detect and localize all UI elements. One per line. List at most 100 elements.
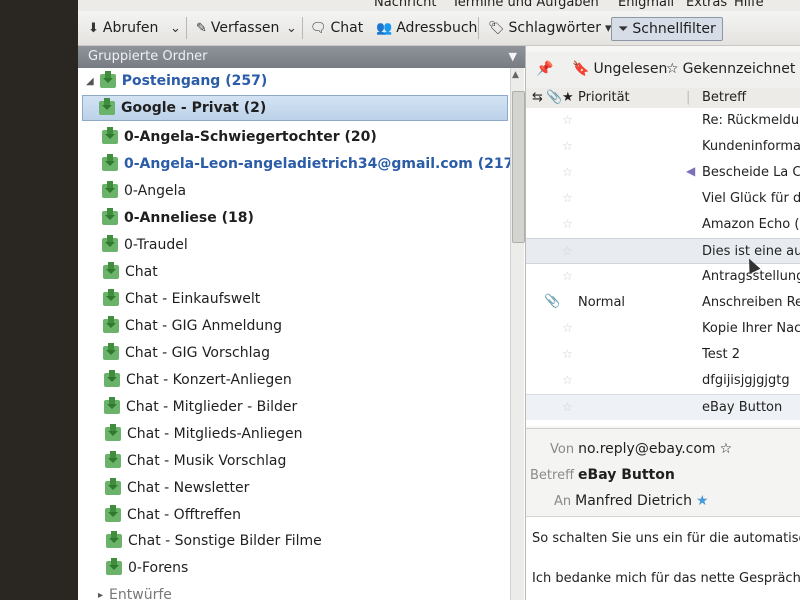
folder-traudel[interactable]: 0-Traudel — [102, 232, 188, 258]
folder-chat-gig-anmeldung[interactable]: Chat - GIG Anmeldung — [103, 313, 282, 339]
column-betreff[interactable]: Betreff — [702, 90, 746, 105]
thread-column-icon[interactable]: ⇆ — [532, 90, 543, 105]
folder-chat-newsletter[interactable]: Chat - Newsletter — [105, 475, 249, 501]
twisty-expanded-icon[interactable]: ◢ — [86, 76, 94, 87]
folder-chat-mitglieds-anliegen[interactable]: Chat - Mitglieds-Anliegen — [105, 421, 303, 447]
message-row[interactable]: ☆ Kopie Ihrer Nach — [526, 316, 800, 342]
star-icon[interactable]: ☆ — [562, 400, 573, 414]
folder-label: Chat - Mitglieds-Anliegen — [127, 426, 303, 442]
schlagwoerter-button[interactable]: 🏷 Schlagwörter ▾ — [488, 17, 612, 39]
menu-hilfe[interactable]: Hilfe — [734, 0, 764, 10]
twisty-collapsed-icon[interactable]: ▸ — [98, 590, 103, 600]
folder-anneliese[interactable]: 0-Anneliese (18) — [102, 205, 254, 231]
folder-angela[interactable]: 0-Angela — [102, 178, 186, 204]
star-icon[interactable]: ★ — [696, 493, 709, 509]
folder-angela-leon[interactable]: 0-Angela-Leon-angeladietrich34@gmail.com… — [102, 151, 520, 177]
folder-chat-konzert-anliegen[interactable]: Chat - Konzert-Anliegen — [104, 367, 292, 393]
folder-angela-schwiegertochter[interactable]: 0-Angela-Schwiegertochter (20) — [102, 124, 377, 150]
star-icon[interactable]: ☆ — [562, 113, 573, 127]
ungelesen-label: Ungelesen — [593, 61, 668, 77]
folder-label: Google - Privat (2) — [121, 100, 267, 116]
folder-forens[interactable]: 0-Forens — [106, 555, 188, 581]
from-address[interactable]: no.reply@ebay.com — [578, 441, 715, 457]
download-icon: ⬇ — [88, 20, 99, 36]
to-address[interactable]: Manfred Dietrich — [575, 493, 692, 509]
folder-google-privat[interactable]: Google - Privat (2) — [82, 95, 508, 121]
menu-enigmail[interactable]: Enigmail — [618, 0, 674, 10]
adressbuch-label: Adressbuch — [396, 20, 478, 36]
star-icon[interactable]: ☆ — [562, 269, 573, 283]
folder-icon — [104, 397, 120, 414]
thunderbird-window: Nachricht Termine und Aufgaben Enigmail … — [78, 0, 800, 600]
folder-pane: Gruppierte Ordner ▼ ◢ Posteingang (257) … — [78, 46, 526, 600]
message-row-selected[interactable]: ☆ eBay Button — [526, 394, 800, 420]
message-pane: 📌 🔖 Ungelesen ☆ Gekennzeichnet ⇆ 📎 ★ Pri… — [526, 46, 800, 600]
message-subject: Kundeninformat — [702, 139, 800, 154]
folder-label: 0-Angela-Leon-angeladietrich34@gmail.com… — [124, 156, 520, 172]
chevron-down-icon: ▼ — [508, 50, 517, 63]
folder-icon — [102, 235, 118, 252]
folder-chat-gig-vorschlag[interactable]: Chat - GIG Vorschlag — [103, 340, 270, 366]
folder-icon — [102, 181, 118, 198]
chat-bubble-icon: 🗨 — [310, 20, 327, 36]
menu-termine[interactable]: Termine und Aufgaben — [452, 0, 599, 10]
column-prioritaet[interactable]: Priorität — [578, 90, 630, 105]
star-icon[interactable]: ☆ — [562, 347, 573, 361]
message-row[interactable]: ☆ Viel Glück für die — [526, 186, 800, 212]
pencil-icon: ✎ — [196, 20, 207, 36]
scroll-up-icon[interactable]: ▲ — [512, 70, 519, 80]
star-icon[interactable]: ☆ — [562, 217, 573, 231]
folder-label: Chat - Mitglieder - Bilder — [126, 399, 298, 415]
folder-chat-mitglieder-bilder[interactable]: Chat - Mitglieder - Bilder — [104, 394, 297, 420]
verfassen-button[interactable]: ✎ Verfassen — [196, 17, 279, 39]
folder-scrollbar[interactable]: ▲ — [510, 68, 525, 600]
star-icon[interactable]: ☆ — [562, 244, 573, 258]
scrollbar-thumb[interactable] — [512, 91, 525, 243]
message-row[interactable]: 📎 Normal Anschreiben Reze — [526, 290, 800, 316]
abrufen-button[interactable]: ⬇ Abrufen — [88, 17, 158, 39]
filter-icon: ⏷ — [618, 21, 629, 37]
gekennzeichnet-filter-button[interactable]: ☆ Gekennzeichnet — [666, 61, 795, 77]
folder-label: Entwürfe — [109, 587, 172, 600]
star-column-icon[interactable]: ★ — [562, 90, 574, 105]
abrufen-dropdown[interactable]: ⌄ — [170, 17, 181, 39]
message-row[interactable]: ☆ Amazon Echo (3. — [526, 212, 800, 238]
message-header-pane: Von no.reply@ebay.com ☆ Betreff eBay But… — [526, 428, 800, 517]
verfassen-dropdown[interactable]: ⌄ — [286, 17, 297, 39]
folder-posteingang[interactable]: ◢ Posteingang (257) — [86, 68, 267, 94]
message-row[interactable]: ☆ ◀ Bescheide La Ca — [526, 160, 800, 186]
folder-label: Chat - Einkaufswelt — [125, 291, 261, 307]
message-subject: eBay Button — [702, 400, 783, 415]
folder-chat[interactable]: Chat — [103, 259, 158, 285]
folder-label: 0-Anneliese (18) — [124, 210, 254, 226]
folder-chat-sonstige-bilder-filme[interactable]: Chat - Sonstige Bilder Filme — [106, 528, 322, 554]
to-line: An Manfred Dietrich ★ — [554, 493, 709, 509]
star-icon[interactable]: ☆ — [720, 441, 733, 457]
folder-pane-header[interactable]: Gruppierte Ordner ▼ — [78, 46, 525, 68]
folder-chat-offtreffen[interactable]: Chat - Offtreffen — [105, 502, 241, 528]
adressbuch-button[interactable]: 👥 Adressbuch — [376, 17, 477, 39]
folder-entwuerfe[interactable]: ▸ Entwürfe — [98, 582, 172, 600]
ungelesen-filter-button[interactable]: 🔖 Ungelesen — [572, 61, 667, 77]
message-row-hovered[interactable]: ☆ Dies ist eine auto — [526, 238, 800, 264]
sticky-filter-button[interactable]: 📌 — [536, 61, 553, 77]
star-icon[interactable]: ☆ — [562, 321, 573, 335]
attachment-column-icon[interactable]: 📎 — [546, 90, 562, 105]
message-row[interactable]: ☆ Re: Rückmeldung — [526, 108, 800, 134]
from-label: Von — [550, 442, 575, 457]
folder-chat-einkaufswelt[interactable]: Chat - Einkaufswelt — [103, 286, 260, 312]
menu-nachricht[interactable]: Nachricht — [374, 0, 437, 10]
folder-chat-musik-vorschlag[interactable]: Chat - Musik Vorschlag — [105, 448, 286, 474]
star-icon[interactable]: ☆ — [562, 139, 573, 153]
chat-button[interactable]: 🗨 Chat — [310, 17, 363, 39]
star-icon[interactable]: ☆ — [562, 191, 573, 205]
message-row[interactable]: ☆ Kundeninformat — [526, 134, 800, 160]
menu-extras[interactable]: Extras — [686, 0, 727, 10]
message-row[interactable]: ☆ Test 2 — [526, 342, 800, 368]
star-icon[interactable]: ☆ — [562, 165, 573, 179]
message-row[interactable]: ☆ dfgijisjgjgjgtg — [526, 368, 800, 394]
schnellfilter-button[interactable]: ⏷ Schnellfilter — [611, 17, 723, 41]
star-icon[interactable]: ☆ — [562, 373, 573, 387]
folder-icon — [105, 505, 121, 522]
chat-label: Chat — [330, 20, 364, 36]
